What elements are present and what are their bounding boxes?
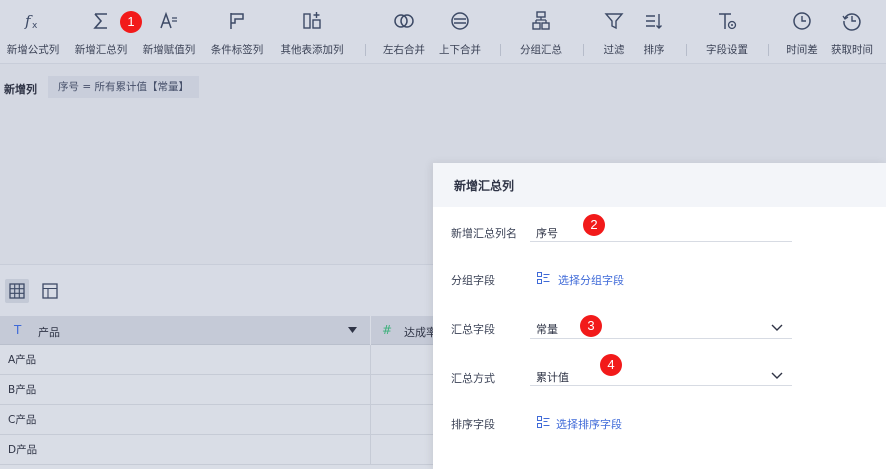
table-cell: A产品 bbox=[8, 354, 37, 366]
filter-icon bbox=[604, 13, 624, 30]
chevron-down-icon[interactable] bbox=[771, 372, 783, 380]
sort-label: 排序 bbox=[643, 44, 665, 56]
column-name-label: 新增汇总列名 bbox=[451, 227, 517, 240]
step-badge-4: 4 bbox=[600, 354, 622, 376]
column-divider bbox=[370, 375, 371, 405]
vertical-merge-label: 上下合并 bbox=[439, 44, 481, 56]
fx-icon: f x bbox=[24, 12, 38, 31]
summary-field-label: 汇总字段 bbox=[451, 323, 495, 336]
get-time-icon bbox=[842, 13, 861, 31]
select-field-icon bbox=[537, 272, 550, 284]
field-settings-icon bbox=[719, 13, 737, 30]
number-type-icon: # bbox=[382, 323, 393, 337]
step-badge-3: 3 bbox=[580, 315, 602, 337]
add-formula-column-button[interactable]: f x 新增公式列 bbox=[0, 0, 66, 64]
sort-button[interactable]: 排序 bbox=[634, 0, 674, 64]
column-header-product[interactable]: T 产品 bbox=[0, 316, 370, 345]
field-settings-button[interactable]: 字段设置 bbox=[696, 0, 758, 64]
add-summary-column-label: 新增汇总列 bbox=[74, 44, 128, 56]
select-sort-field-link[interactable]: 选择排序字段 bbox=[556, 416, 622, 432]
sort-icon bbox=[646, 14, 662, 29]
condition-tag-column-button[interactable]: 条件标签列 bbox=[203, 0, 271, 64]
filter-label: 过滤 bbox=[603, 44, 625, 56]
add-summary-column-button[interactable]: 新增汇总列 bbox=[67, 0, 135, 64]
time-diff-button[interactable]: 时间差 bbox=[776, 0, 828, 64]
toolbar-separator bbox=[686, 44, 687, 56]
summary-method-select[interactable]: 累计值 bbox=[536, 369, 569, 385]
horizontal-merge-label: 左右合并 bbox=[383, 44, 425, 56]
formula-expression[interactable]: 序号 = 所有累计值【常量】 bbox=[48, 76, 199, 98]
sigma-icon bbox=[93, 13, 107, 29]
group-summary-button[interactable]: 分组汇总 bbox=[510, 0, 572, 64]
toolbar-separator bbox=[768, 44, 769, 56]
layout-view-icon bbox=[42, 283, 58, 299]
vertical-merge-button[interactable]: 上下合并 bbox=[432, 0, 488, 64]
add-assign-column-label: 新增赋值列 bbox=[142, 44, 196, 56]
summary-field-select[interactable]: 常量 bbox=[536, 321, 558, 337]
caret-down-icon[interactable] bbox=[348, 327, 357, 334]
column-header-label: 产品 bbox=[38, 326, 60, 339]
toolbar-separator bbox=[365, 44, 366, 56]
svg-text:x: x bbox=[32, 21, 38, 31]
column-divider bbox=[370, 405, 371, 435]
step-badge-1: 1 bbox=[120, 11, 142, 33]
group-summary-label: 分组汇总 bbox=[520, 44, 562, 56]
filter-button[interactable]: 过滤 bbox=[594, 0, 634, 64]
horizontal-merge-icon bbox=[394, 14, 414, 28]
get-time-label: 获取时间 bbox=[831, 44, 873, 56]
clock-icon bbox=[793, 12, 811, 30]
column-divider bbox=[370, 435, 371, 465]
layout-view-button[interactable] bbox=[38, 279, 62, 303]
grid-view-button[interactable] bbox=[5, 279, 29, 303]
table-cell: C产品 bbox=[8, 414, 37, 426]
condition-tag-column-label: 条件标签列 bbox=[210, 44, 264, 56]
add-column-from-other-table-button[interactable]: 其他表添加列 bbox=[272, 0, 352, 64]
add-assign-column-button[interactable]: 新增赋值列 bbox=[136, 0, 202, 64]
grid-view-icon bbox=[9, 283, 25, 299]
group-field-label: 分组字段 bbox=[451, 274, 495, 287]
column-divider bbox=[370, 345, 371, 375]
add-summary-column-dialog: 新增汇总列 新增汇总列名 序号 分组字段 选择分组字段 汇总字段 常量 汇总方式… bbox=[433, 163, 886, 469]
table-cell: B产品 bbox=[8, 384, 37, 396]
new-column-title: 新增列 bbox=[4, 83, 37, 96]
field-settings-label: 字段设置 bbox=[706, 44, 748, 56]
step-badge-2: 2 bbox=[583, 214, 605, 236]
summary-method-label: 汇总方式 bbox=[451, 372, 495, 385]
toolbar-separator bbox=[500, 44, 501, 56]
toolbar-separator bbox=[583, 44, 584, 56]
vertical-merge-icon bbox=[451, 12, 469, 30]
horizontal-merge-button[interactable]: 左右合并 bbox=[376, 0, 432, 64]
get-time-button[interactable]: 获取时间 bbox=[826, 0, 878, 64]
flag-icon bbox=[230, 13, 244, 29]
summary-method-underline bbox=[530, 385, 792, 386]
select-field-icon bbox=[537, 416, 550, 428]
column-name-input[interactable]: 序号 bbox=[536, 225, 558, 241]
sort-field-label: 排序字段 bbox=[451, 418, 495, 431]
chevron-down-icon[interactable] bbox=[771, 324, 783, 332]
dialog-header: 新增汇总列 bbox=[433, 163, 886, 207]
text-type-icon: T bbox=[14, 323, 22, 337]
column-name-underline bbox=[530, 241, 792, 242]
summary-field-underline bbox=[530, 338, 792, 339]
select-group-field-link[interactable]: 选择分组字段 bbox=[558, 272, 624, 288]
add-formula-column-label: 新增公式列 bbox=[6, 44, 60, 56]
app-window: f x 新增公式列 新增汇总列 新增赋值列 条件标签列 其他表添加列 左右合并 … bbox=[0, 0, 886, 469]
table-cell: D产品 bbox=[8, 444, 38, 456]
add-column-from-other-table-label: 其他表添加列 bbox=[280, 44, 344, 56]
dialog-title: 新增汇总列 bbox=[454, 179, 515, 193]
time-diff-label: 时间差 bbox=[786, 44, 818, 56]
add-column-icon bbox=[303, 12, 321, 29]
group-summary-icon bbox=[532, 11, 550, 30]
assign-value-icon bbox=[160, 11, 177, 29]
